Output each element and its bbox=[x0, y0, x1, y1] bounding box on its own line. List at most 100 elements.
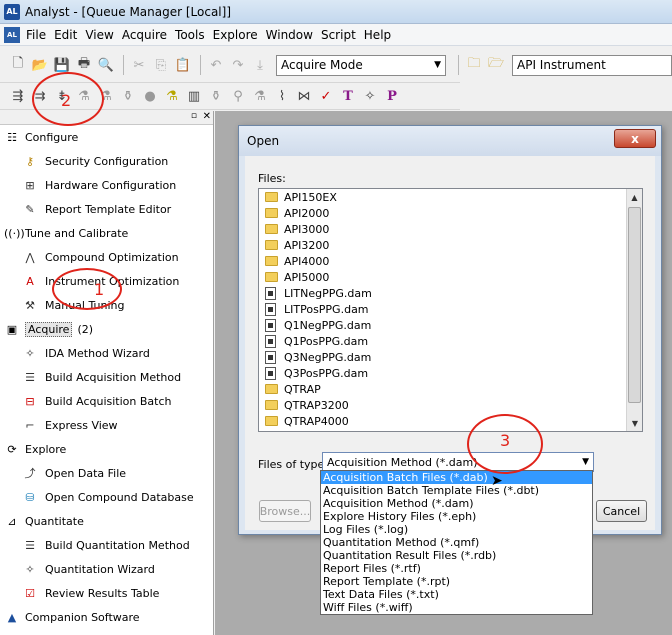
tube-icon[interactable]: ⚱ bbox=[206, 86, 226, 106]
nav-item-report-template-editor[interactable]: ✎ Report Template Editor bbox=[0, 197, 213, 221]
file-type-option[interactable]: Wiff Files (*.wiff) bbox=[321, 601, 592, 614]
file-type-option[interactable]: Acquisition Method (*.dam) bbox=[321, 497, 592, 510]
nav-item-build-quantitation-method[interactable]: ☰ Build Quantitation Method bbox=[0, 533, 213, 557]
system-menu-icon[interactable]: AL bbox=[4, 26, 20, 43]
new-file-icon[interactable]: 🗋 bbox=[8, 55, 28, 75]
wand-icon[interactable]: ✧ bbox=[360, 86, 380, 106]
list-item[interactable]: Q1NegPPG.dam bbox=[259, 317, 642, 333]
list-item[interactable]: Q3NegPPG.dam bbox=[259, 349, 642, 365]
instrument-select[interactable]: API Instrument bbox=[512, 54, 672, 76]
method-icon[interactable]: ⇶ bbox=[8, 86, 28, 106]
cancel-button[interactable]: Cancel bbox=[596, 500, 647, 522]
download-icon[interactable]: ⤓ bbox=[250, 55, 270, 75]
menu-script[interactable]: Script bbox=[319, 28, 362, 42]
scroll-up-icon[interactable]: ▲ bbox=[627, 189, 642, 205]
scroll-thumb[interactable] bbox=[628, 207, 641, 403]
nav-item-build-acquisition-batch[interactable]: ⊟ Build Acquisition Batch bbox=[0, 389, 213, 413]
peak-icon[interactable]: ⌇ bbox=[272, 86, 292, 106]
navigation-bar-header: ▫ ✕ bbox=[0, 111, 213, 125]
title-bar: AL Analyst - [Queue Manager [Local]] bbox=[0, 0, 672, 24]
list-item[interactable]: LITNegPPG.dam bbox=[259, 285, 642, 301]
file-type-option[interactable]: Explore History Files (*.eph) bbox=[321, 510, 592, 523]
nav-group-quantitate[interactable]: ⊿ Quantitate bbox=[0, 509, 213, 533]
list-item[interactable]: API3000 bbox=[259, 221, 642, 237]
beaker-icon[interactable]: ⚱ bbox=[118, 86, 138, 106]
menu-window[interactable]: Window bbox=[264, 28, 319, 42]
open-folder-icon[interactable]: 📂 bbox=[30, 55, 50, 75]
nav-group-configure[interactable]: ☷ Configure bbox=[0, 125, 213, 149]
file-type-option[interactable]: Quantitation Result Files (*.rdb) bbox=[321, 549, 592, 562]
folder-icon bbox=[265, 192, 278, 202]
text-t-icon[interactable]: T bbox=[338, 86, 358, 106]
file-type-option[interactable]: Text Data Files (*.txt) bbox=[321, 588, 592, 601]
list-item[interactable]: LITPosPPG.dam bbox=[259, 301, 642, 317]
menu-edit[interactable]: Edit bbox=[52, 28, 83, 42]
browse-button[interactable]: Browse... bbox=[259, 500, 311, 522]
stop-icon[interactable]: ● bbox=[140, 86, 160, 106]
nav-item-build-acquisition-method[interactable]: ☰ Build Acquisition Method bbox=[0, 365, 213, 389]
folder-icon[interactable]: 🗀 bbox=[464, 55, 484, 75]
menu-file[interactable]: File bbox=[24, 28, 52, 42]
file-type-option[interactable]: Quantitation Method (*.qmf) bbox=[321, 536, 592, 549]
menu-explore[interactable]: Explore bbox=[211, 28, 264, 42]
list-item[interactable]: QTRAP3200 bbox=[259, 397, 642, 413]
menu-view[interactable]: View bbox=[83, 28, 119, 42]
menu-tools[interactable]: Tools bbox=[173, 28, 211, 42]
mode-select-value: Acquire Mode bbox=[281, 58, 363, 72]
nav-item-open-compound-database[interactable]: ⛁ Open Compound Database bbox=[0, 485, 213, 509]
flask-yellow-icon[interactable]: ⚗ bbox=[162, 86, 182, 106]
list-item[interactable]: API5000 bbox=[259, 269, 642, 285]
mode-select[interactable]: Acquire Mode ▼ bbox=[276, 54, 446, 76]
pin-icon[interactable]: ▫ bbox=[191, 111, 197, 121]
dialog-close-button[interactable]: x bbox=[614, 129, 656, 148]
list-item[interactable]: API3200 bbox=[259, 237, 642, 253]
menu-help[interactable]: Help bbox=[362, 28, 397, 42]
wrench-icon: ⚒ bbox=[25, 298, 35, 312]
nav-item-quantitation-wizard[interactable]: ✧ Quantitation Wizard bbox=[0, 557, 213, 581]
text-p-icon[interactable]: P bbox=[382, 86, 402, 106]
undo-icon[interactable]: ↶ bbox=[206, 55, 226, 75]
cut-icon[interactable]: ✂ bbox=[129, 55, 149, 75]
file-type-option[interactable]: Report Template (*.rpt) bbox=[321, 575, 592, 588]
file-type-option[interactable]: Report Files (*.rtf) bbox=[321, 562, 592, 575]
copy-icon[interactable]: ⎘ bbox=[151, 55, 171, 75]
method-file-icon bbox=[265, 286, 276, 300]
list-item[interactable]: API4000 bbox=[259, 253, 642, 269]
print-preview-icon[interactable]: 🔍 bbox=[96, 55, 116, 75]
list-item[interactable]: API2000 bbox=[259, 205, 642, 221]
instrument-folder-icon[interactable]: 🗁 bbox=[486, 55, 506, 75]
list-item[interactable]: QTRAP bbox=[259, 381, 642, 397]
nav-group-explore[interactable]: ⟳ Explore bbox=[0, 437, 213, 461]
list-item[interactable]: Q3PosPPG.dam bbox=[259, 365, 642, 381]
file-type-option[interactable]: Acquisition Batch Template Files (*.dbt) bbox=[321, 484, 592, 497]
nav-item-security-configuration[interactable]: ⚷ Security Configuration bbox=[0, 149, 213, 173]
files-of-type-select[interactable]: Acquisition Method (*.dam) ▼ bbox=[322, 452, 594, 472]
redo-icon[interactable]: ↷ bbox=[228, 55, 248, 75]
file-list-scrollbar[interactable]: ▲ ▼ bbox=[626, 189, 642, 431]
nav-item-compound-optimization[interactable]: ⋀ Compound Optimization bbox=[0, 245, 213, 269]
file-list[interactable]: API150EX API2000 API3000 API3200 API4000… bbox=[258, 188, 643, 432]
nav-group-companion-software[interactable]: ▲ Companion Software bbox=[0, 605, 213, 629]
nav-group-acquire[interactable]: ▣ Acquire (2) bbox=[0, 317, 213, 341]
file-type-option[interactable]: Acquisition Batch Files (*.dab) bbox=[321, 471, 592, 484]
check-list-icon[interactable]: ✓ bbox=[316, 86, 336, 106]
close-icon[interactable]: ✕ bbox=[203, 111, 211, 122]
nav-item-ida-method-wizard[interactable]: ✧ IDA Method Wizard bbox=[0, 341, 213, 365]
list-item[interactable]: Q1PosPPG.dam bbox=[259, 333, 642, 349]
paste-icon[interactable]: 📋 bbox=[173, 55, 193, 75]
pipette-icon[interactable]: ⚲ bbox=[228, 86, 248, 106]
nav-item-open-data-file[interactable]: ⤴ Open Data File bbox=[0, 461, 213, 485]
list-item[interactable]: API150EX bbox=[259, 189, 642, 205]
nav-group-tune-and-calibrate[interactable]: ((·)) Tune and Calibrate bbox=[0, 221, 213, 245]
nav-item-review-results-table[interactable]: ☑ Review Results Table bbox=[0, 581, 213, 605]
menu-acquire[interactable]: Acquire bbox=[120, 28, 173, 42]
flask-gray-icon[interactable]: ⚗ bbox=[250, 86, 270, 106]
nav-item-express-view[interactable]: ⌐ Express View bbox=[0, 413, 213, 437]
scroll-down-icon[interactable]: ▼ bbox=[627, 415, 643, 431]
file-type-option[interactable]: Log Files (*.log) bbox=[321, 523, 592, 536]
list-item[interactable]: QTRAP4000 bbox=[259, 413, 642, 429]
chevron-down-icon: ▼ bbox=[434, 60, 441, 70]
spectrum-icon[interactable]: ⋈ bbox=[294, 86, 314, 106]
nav-item-hardware-configuration[interactable]: ⊞ Hardware Configuration bbox=[0, 173, 213, 197]
chart-icon[interactable]: ▥ bbox=[184, 86, 204, 106]
